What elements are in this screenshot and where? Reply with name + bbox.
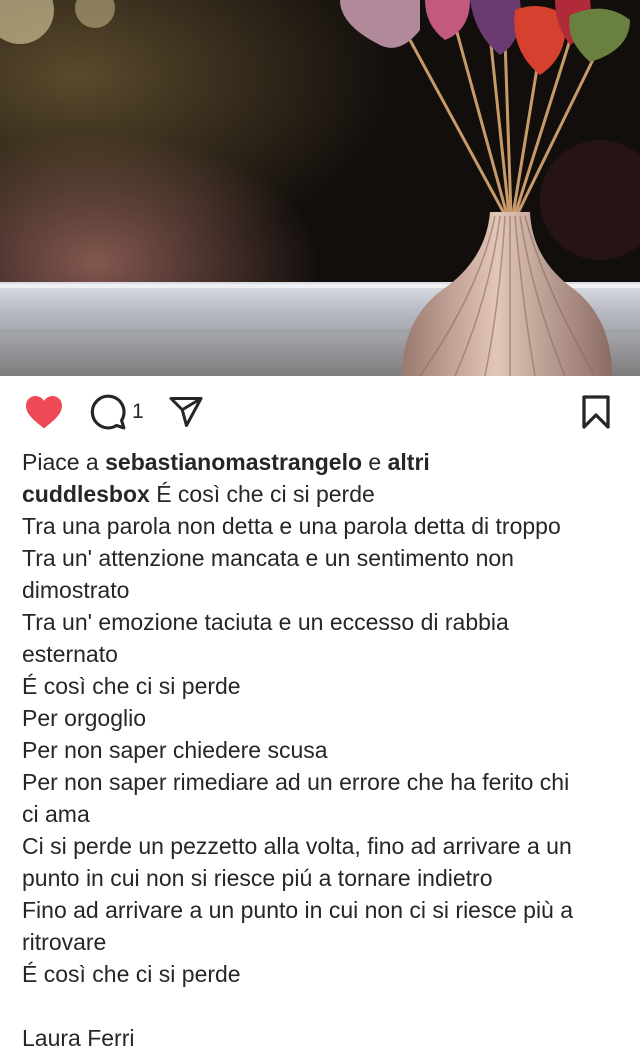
like-button[interactable]: [22, 392, 66, 432]
caption-line: Laura Ferri: [22, 1025, 135, 1051]
heart-icon: [26, 395, 62, 429]
caption-text: É così che ci si perde: [149, 481, 375, 507]
caption-line: ritrovare: [22, 929, 107, 955]
likes-others-link[interactable]: altri: [388, 449, 430, 475]
liked-by-username[interactable]: sebastianomastrangelo: [105, 449, 362, 475]
post-image[interactable]: [0, 0, 640, 376]
caption-line: É così che ci si perde: [22, 961, 241, 987]
caption-line: Per non saper rimediare ad un errore che…: [22, 769, 570, 795]
caption-line: Per orgoglio: [22, 705, 147, 731]
caption-line: punto in cui non si riesce piú a tornare…: [22, 865, 493, 891]
post-action-bar: 1: [0, 376, 640, 446]
post-image-graphic: [0, 0, 640, 376]
caption-line: Fino ad arrivare a un punto in cui non c…: [22, 897, 574, 923]
caption-line: [22, 990, 622, 1022]
send-icon: [169, 397, 203, 427]
comment-button[interactable]: [86, 392, 130, 432]
caption-line: dimostrato: [22, 577, 130, 603]
caption-line: esternato: [22, 641, 118, 667]
post-text: Piace a sebastianomastrangelo e altri cu…: [22, 446, 622, 1054]
bookmark-icon: [582, 395, 610, 429]
comment-icon: [90, 394, 126, 430]
caption-line: ci ama: [22, 801, 90, 827]
caption-line: Tra un' emozione taciuta e un eccesso di…: [22, 609, 509, 635]
share-button[interactable]: [164, 392, 208, 432]
caption-line: Tra una parola non detta e una parola de…: [22, 513, 561, 539]
caption-body: Tra una parola non detta e una parola de…: [22, 510, 622, 1054]
likes-summary[interactable]: Piace a sebastianomastrangelo e altri: [22, 446, 622, 478]
save-button[interactable]: [574, 392, 618, 432]
comment-count: 1: [132, 400, 144, 423]
caption-line: Per non saper chiedere scusa: [22, 737, 328, 763]
likes-prefix: Piace a: [22, 449, 99, 475]
likes-joiner: e: [368, 449, 382, 475]
caption-line: É così che ci si perde: [22, 673, 241, 699]
caption-first-line: cuddlesbox É così che ci si perde: [22, 478, 622, 510]
author-username[interactable]: cuddlesbox: [22, 481, 150, 507]
caption-line: Ci si perde un pezzetto alla volta, fino…: [22, 833, 572, 859]
caption-line: Tra un' attenzione mancata e un sentimen…: [22, 545, 514, 571]
